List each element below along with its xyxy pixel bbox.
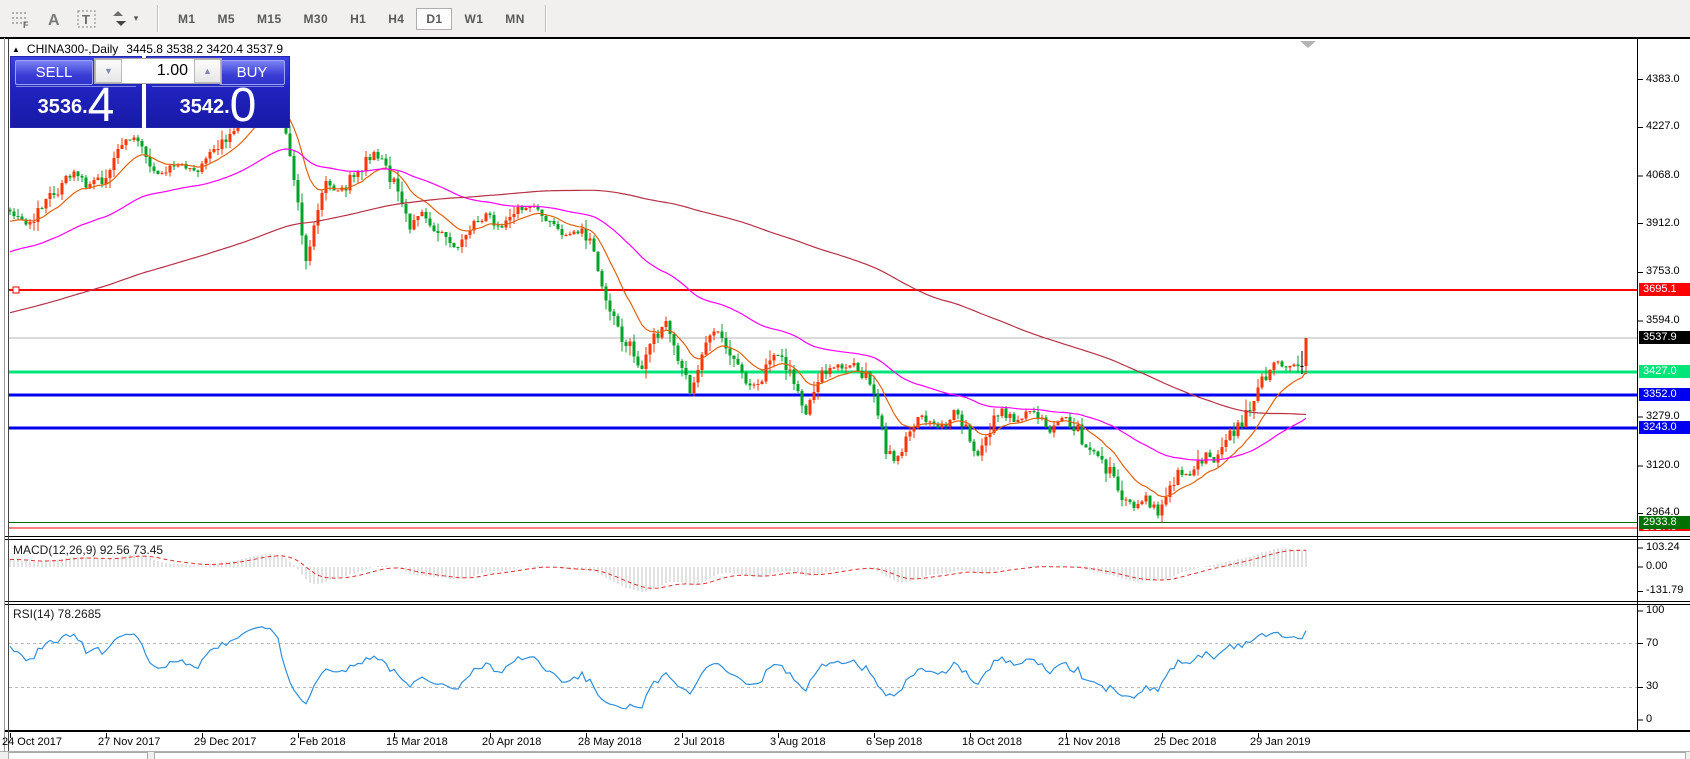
trading-terminal-window: F A T ▾ M1M5M15M30H1H4D1W1MN ▲ CHINA300-… bbox=[0, 0, 1690, 759]
collapse-panel-icon[interactable]: ▲ bbox=[12, 45, 20, 54]
bid-price: 3536.4 bbox=[11, 87, 141, 127]
timeframe-w1[interactable]: W1 bbox=[454, 8, 493, 30]
toolbar-separator bbox=[157, 5, 158, 32]
arrow-objects-icon[interactable]: ▾ bbox=[105, 5, 145, 33]
bottom-panel-tab[interactable] bbox=[8, 752, 148, 759]
toolbar-separator bbox=[545, 5, 546, 32]
svg-text:A: A bbox=[48, 12, 60, 29]
timeframe-h1[interactable]: H1 bbox=[340, 8, 376, 30]
ask-price: 3542.0 bbox=[147, 87, 289, 127]
timeframe-group: M1M5M15M30H1H4D1W1MN bbox=[167, 8, 536, 30]
macd-indicator-label: MACD(12,26,9) 92.56 73.45 bbox=[13, 543, 163, 557]
timeframe-m15[interactable]: M15 bbox=[247, 8, 292, 30]
fibonacci-retracement-icon[interactable]: F bbox=[6, 5, 36, 33]
timeframe-m5[interactable]: M5 bbox=[207, 8, 244, 30]
one-click-trade-panel: SELL 3536.4 BUY 3542.0 ▼ ▲ bbox=[10, 56, 290, 128]
chart-header: ▲ CHINA300-,Daily 3445.8 3538.2 3420.4 3… bbox=[12, 42, 283, 56]
sell-button[interactable]: SELL bbox=[15, 60, 93, 85]
timeframe-d1[interactable]: D1 bbox=[416, 8, 452, 30]
timeframe-h4[interactable]: H4 bbox=[378, 8, 414, 30]
toolbar: F A T ▾ M1M5M15M30H1H4D1W1MN bbox=[0, 0, 1690, 37]
rsi-indicator-label: RSI(14) 78.2685 bbox=[13, 607, 101, 621]
volume-input[interactable] bbox=[122, 59, 194, 83]
svg-text:F: F bbox=[23, 20, 29, 29]
dropdown-caret-icon[interactable]: ▾ bbox=[134, 13, 139, 24]
bottom-dock-strip bbox=[0, 752, 1690, 759]
svg-text:T: T bbox=[82, 12, 90, 27]
symbol-period-title: CHINA300-,Daily bbox=[27, 42, 118, 56]
timeframe-m1[interactable]: M1 bbox=[168, 8, 205, 30]
ohlc-values: 3445.8 3538.2 3420.4 3537.9 bbox=[126, 42, 283, 56]
volume-increase-button[interactable]: ▲ bbox=[194, 59, 221, 83]
volume-spinner: ▼ ▲ bbox=[94, 58, 222, 84]
volume-decrease-button[interactable]: ▼ bbox=[95, 59, 122, 83]
text-box-icon[interactable]: T bbox=[72, 5, 102, 33]
horizontal-scrollbar[interactable] bbox=[154, 752, 1686, 759]
timeframe-mn[interactable]: MN bbox=[495, 8, 534, 30]
timeframe-m30[interactable]: M30 bbox=[294, 8, 339, 30]
text-label-icon[interactable]: A bbox=[39, 5, 69, 33]
